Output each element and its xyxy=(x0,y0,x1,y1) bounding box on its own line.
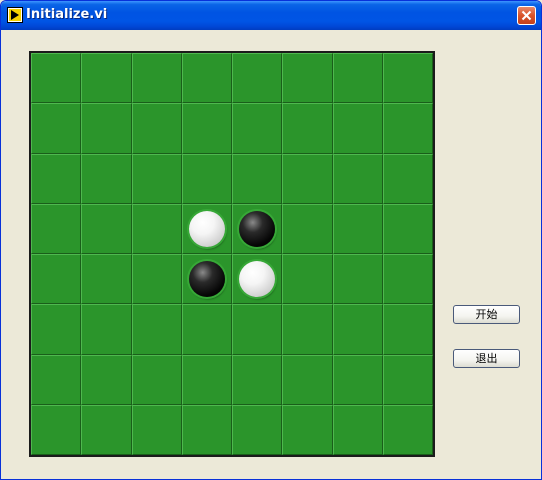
board-cell[interactable] xyxy=(81,53,132,104)
board-cell[interactable] xyxy=(282,103,333,154)
board-cell[interactable] xyxy=(31,203,82,254)
board-cell[interactable] xyxy=(232,203,283,254)
board-grid xyxy=(31,53,433,455)
board-cell[interactable] xyxy=(181,53,232,104)
board-cell[interactable] xyxy=(31,354,82,405)
front-panel: 开始 退出 xyxy=(4,30,538,478)
board-cell[interactable] xyxy=(81,404,132,455)
board-cell[interactable] xyxy=(282,354,333,405)
board-cell[interactable] xyxy=(131,304,182,355)
board-cell[interactable] xyxy=(232,153,283,204)
board-cell[interactable] xyxy=(81,103,132,154)
board-cell[interactable] xyxy=(31,404,82,455)
board-cell[interactable] xyxy=(181,153,232,204)
board-cell[interactable] xyxy=(181,203,232,254)
board-cell[interactable] xyxy=(332,153,383,204)
board-cell[interactable] xyxy=(31,254,82,305)
board-cell[interactable] xyxy=(332,304,383,355)
white-piece xyxy=(239,261,276,298)
board-cell[interactable] xyxy=(282,404,333,455)
board-cell[interactable] xyxy=(181,354,232,405)
board-cell[interactable] xyxy=(232,103,283,154)
board-cell[interactable] xyxy=(81,203,132,254)
board-cell[interactable] xyxy=(332,103,383,154)
title-bar[interactable]: Initialize.vi xyxy=(1,1,541,30)
board-cell[interactable] xyxy=(31,153,82,204)
board-cell[interactable] xyxy=(81,354,132,405)
board-cell[interactable] xyxy=(282,53,333,104)
board-cell[interactable] xyxy=(131,53,182,104)
board-cell[interactable] xyxy=(181,404,232,455)
board-cell[interactable] xyxy=(332,404,383,455)
black-piece xyxy=(188,261,225,298)
exit-button[interactable]: 退出 xyxy=(453,349,520,368)
board-cell[interactable] xyxy=(81,254,132,305)
window-title: Initialize.vi xyxy=(26,7,108,22)
board-cell[interactable] xyxy=(131,153,182,204)
board-cell[interactable] xyxy=(382,354,433,405)
board-cell[interactable] xyxy=(31,304,82,355)
board-cell[interactable] xyxy=(282,203,333,254)
board-cell[interactable] xyxy=(332,354,383,405)
board-cell[interactable] xyxy=(332,53,383,104)
board-cell[interactable] xyxy=(382,103,433,154)
board-cell[interactable] xyxy=(232,354,283,405)
board-cell[interactable] xyxy=(382,153,433,204)
board-cell[interactable] xyxy=(282,153,333,204)
close-button[interactable] xyxy=(517,6,536,25)
black-piece xyxy=(239,210,276,247)
board-cell[interactable] xyxy=(382,254,433,305)
board-cell[interactable] xyxy=(232,304,283,355)
board-cell[interactable] xyxy=(282,254,333,305)
board-cell[interactable] xyxy=(382,53,433,104)
white-piece xyxy=(188,210,225,247)
board-cell[interactable] xyxy=(232,254,283,305)
board-cell[interactable] xyxy=(131,404,182,455)
board-cell[interactable] xyxy=(81,153,132,204)
board-cell[interactable] xyxy=(382,203,433,254)
board-cell[interactable] xyxy=(31,103,82,154)
board-cell[interactable] xyxy=(332,203,383,254)
board-cell[interactable] xyxy=(81,304,132,355)
board-cell[interactable] xyxy=(382,304,433,355)
board-cell[interactable] xyxy=(31,53,82,104)
board-cell[interactable] xyxy=(232,404,283,455)
board-cell[interactable] xyxy=(131,254,182,305)
othello-board xyxy=(29,51,435,457)
board-cell[interactable] xyxy=(181,304,232,355)
start-button[interactable]: 开始 xyxy=(453,305,520,324)
board-cell[interactable] xyxy=(282,304,333,355)
board-cell[interactable] xyxy=(131,103,182,154)
board-cell[interactable] xyxy=(181,103,232,154)
board-cell[interactable] xyxy=(131,354,182,405)
app-window: Initialize.vi 开始 退出 xyxy=(0,0,542,480)
board-cell[interactable] xyxy=(382,404,433,455)
board-cell[interactable] xyxy=(332,254,383,305)
labview-vi-icon xyxy=(7,7,23,23)
board-cell[interactable] xyxy=(232,53,283,104)
board-cell[interactable] xyxy=(131,203,182,254)
board-cell[interactable] xyxy=(181,254,232,305)
